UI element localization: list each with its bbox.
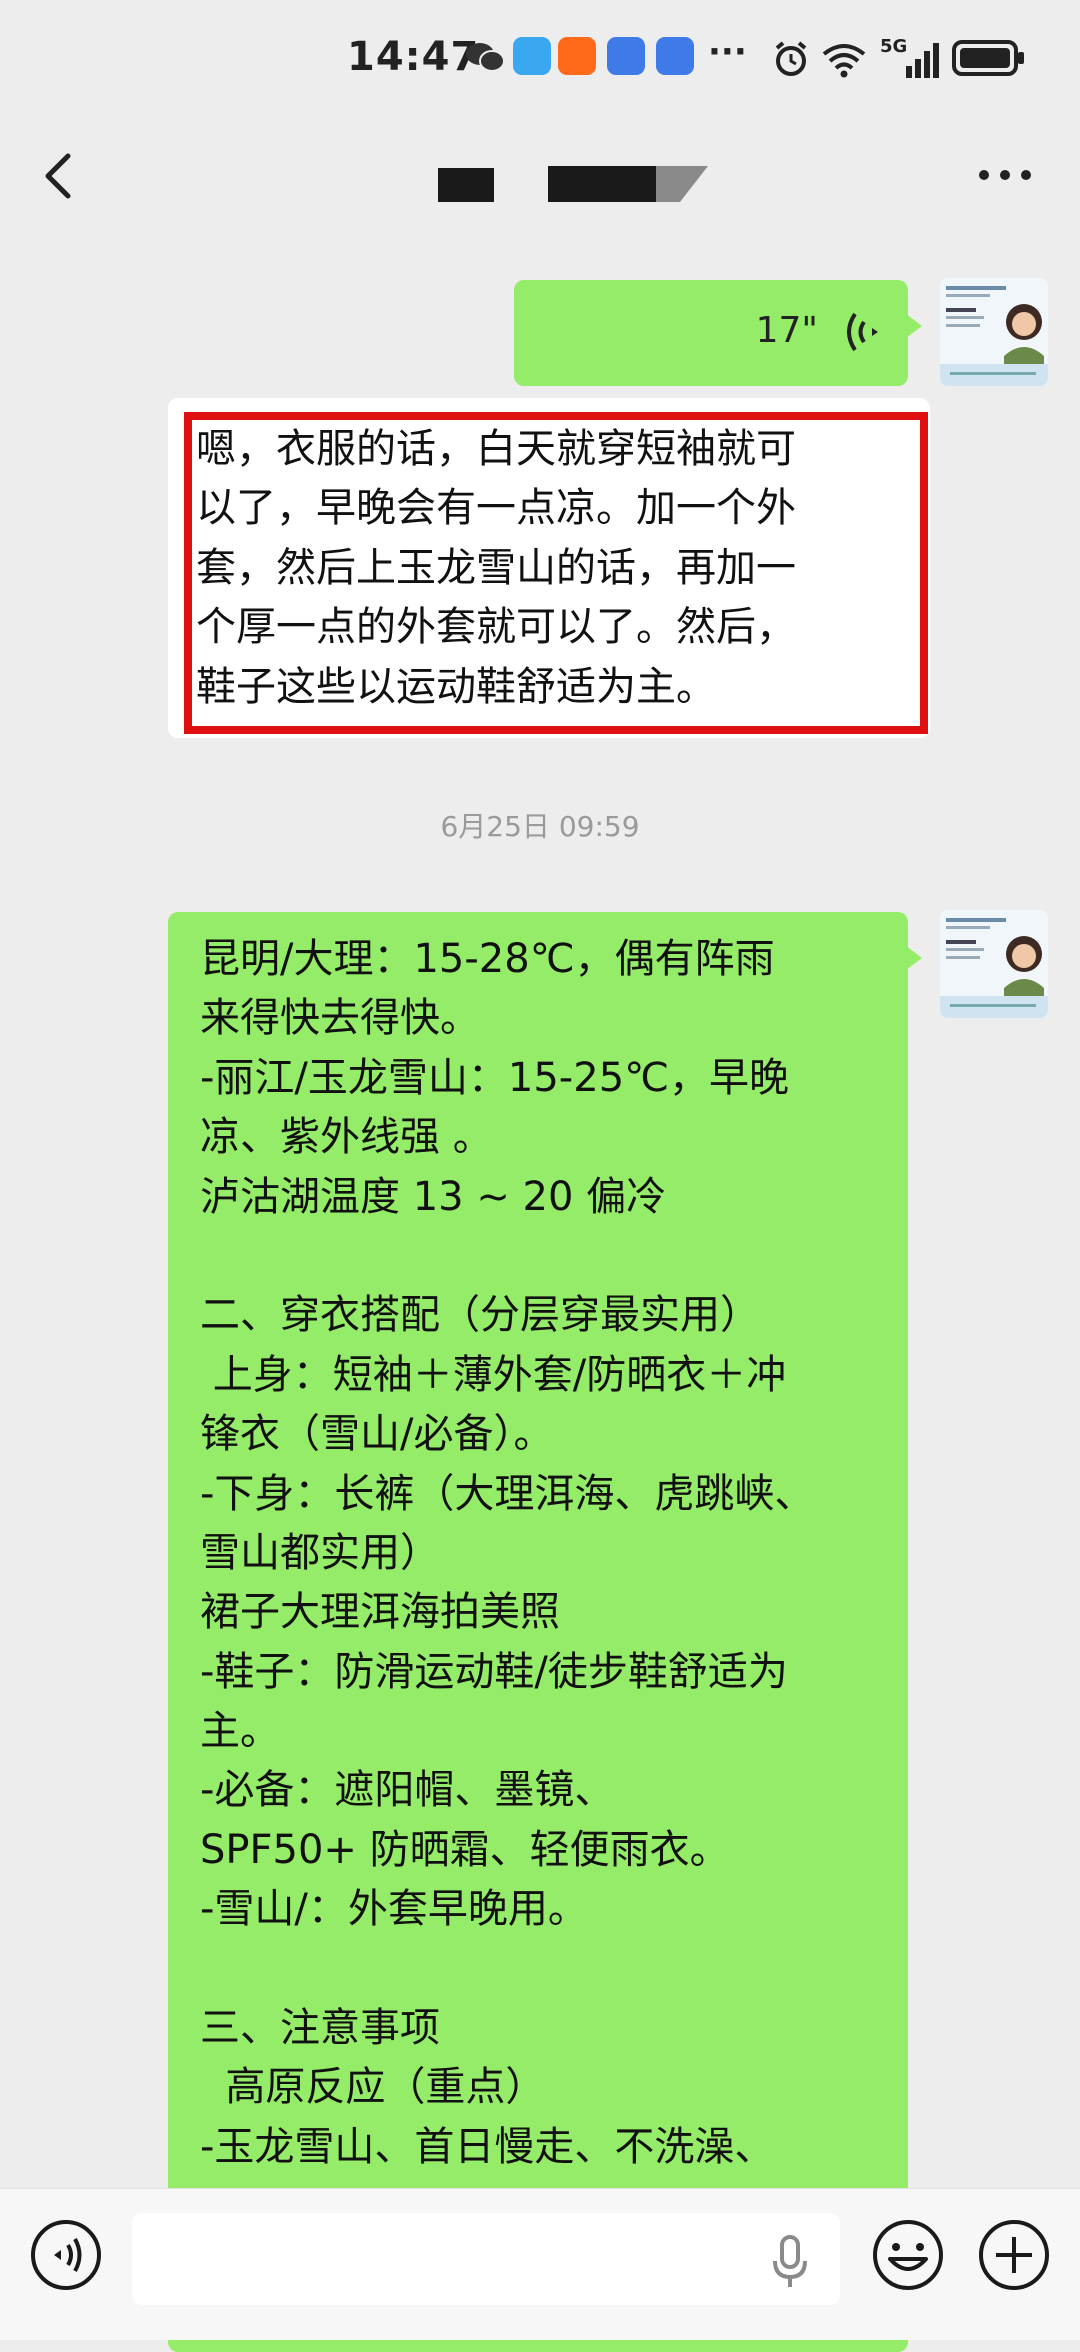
text-reply-content: 嗯，衣服的话，白天就穿短袖就可 以了，早晚会有一点凉。加一个外 套，然后上玉龙雪… bbox=[196, 420, 916, 717]
timestamp: 6月25日 09:59 bbox=[440, 810, 640, 843]
message-line: -鞋子：防滑运动鞋/徒步鞋舒适为 bbox=[200, 1648, 788, 1695]
wechat-icon bbox=[466, 43, 505, 72]
alarm-icon bbox=[775, 41, 807, 76]
text-line: 个厚一点的外套就可以了。然后， bbox=[196, 604, 796, 651]
plus-icon[interactable] bbox=[976, 2217, 1052, 2293]
message-line: 上身：短袖＋薄外套/防晒衣＋冲 bbox=[200, 1351, 787, 1398]
redacted-name bbox=[548, 166, 658, 202]
text-line: 套，然后上玉龙雪山的话，再加一 bbox=[196, 544, 796, 591]
text-line: 嗯，衣服的话，白天就穿短袖就可 bbox=[196, 426, 796, 472]
app-badge-icon bbox=[607, 37, 645, 75]
back-arrow-icon[interactable] bbox=[30, 142, 90, 208]
app-badge-icon bbox=[513, 37, 551, 75]
message-line: 雪山都实用） bbox=[200, 1529, 440, 1576]
message-line: -丽江/玉龙雪山：15-25℃，早晚 bbox=[200, 1054, 790, 1101]
message-line: 主。 bbox=[200, 1708, 280, 1755]
status-bar: 14:47 ··· 5G bbox=[0, 0, 1080, 110]
signal-icon bbox=[906, 43, 939, 78]
message-line: -玉龙雪山、首日慢走、不洗澡、 bbox=[200, 2123, 775, 2170]
message-line: 裙子大理洱海拍美照 bbox=[200, 1589, 560, 1636]
voice-toggle-icon[interactable] bbox=[28, 2217, 104, 2293]
message-line bbox=[200, 1227, 900, 1286]
more-icon[interactable] bbox=[970, 150, 1040, 200]
voice-duration: 17" bbox=[755, 310, 818, 351]
long-message-content: 昆明/大理：15-28℃，偶有阵雨 来得快去得快。 -丽江/玉龙雪山：15-25… bbox=[200, 930, 900, 2177]
message-line: -下身：长裤（大理洱海、虎跳峡、 bbox=[200, 1470, 815, 1517]
nav-bar bbox=[0, 110, 1080, 240]
message-line: 昆明/大理：15-28℃，偶有阵雨 bbox=[200, 936, 775, 982]
message-line: SPF50+ 防晒霜、轻便雨衣。 bbox=[200, 1826, 730, 1873]
voice-wave-icon bbox=[847, 312, 878, 352]
input-bar bbox=[0, 2188, 1080, 2340]
redacted-mark bbox=[656, 166, 708, 202]
text-line: 鞋子这些以运动鞋舒适为主。 bbox=[196, 663, 716, 710]
wifi-icon bbox=[822, 44, 866, 78]
mic-icon[interactable] bbox=[770, 2233, 810, 2289]
message-input[interactable] bbox=[132, 2213, 840, 2305]
avatar[interactable] bbox=[940, 278, 1048, 386]
message-line bbox=[200, 1940, 900, 1999]
status-time: 14:47 bbox=[347, 34, 480, 80]
avatar[interactable] bbox=[940, 910, 1048, 1018]
message-line: -雪山/：外套早晚用。 bbox=[200, 1886, 588, 1933]
taobao-badge-icon bbox=[558, 37, 596, 75]
message-line: 二、穿衣搭配（分层穿最实用） bbox=[200, 1292, 760, 1339]
more-notifications-icon: ··· bbox=[708, 32, 747, 72]
message-line: 凉、紫外线强 。 bbox=[200, 1114, 493, 1161]
redacted-name bbox=[438, 168, 494, 202]
text-line: 以了，早晚会有一点凉。加一个外 bbox=[196, 485, 796, 532]
message-line: -必备：遮阳帽、墨镜、 bbox=[200, 1767, 615, 1814]
message-line: 泸沽湖温度 13 ~ 20 偏冷 bbox=[200, 1173, 667, 1220]
voice-message-bubble[interactable]: 17" bbox=[514, 280, 922, 386]
message-line: 锋衣（雪山/必备）。 bbox=[200, 1411, 554, 1458]
emoji-icon[interactable] bbox=[870, 2217, 946, 2293]
battery-icon bbox=[952, 40, 1024, 76]
app-badge-icon bbox=[656, 37, 694, 75]
message-line: 三、注意事项 bbox=[200, 2005, 440, 2052]
message-line: 高原反应（重点） bbox=[200, 2064, 546, 2111]
message-line: 来得快去得快。 bbox=[200, 995, 480, 1042]
